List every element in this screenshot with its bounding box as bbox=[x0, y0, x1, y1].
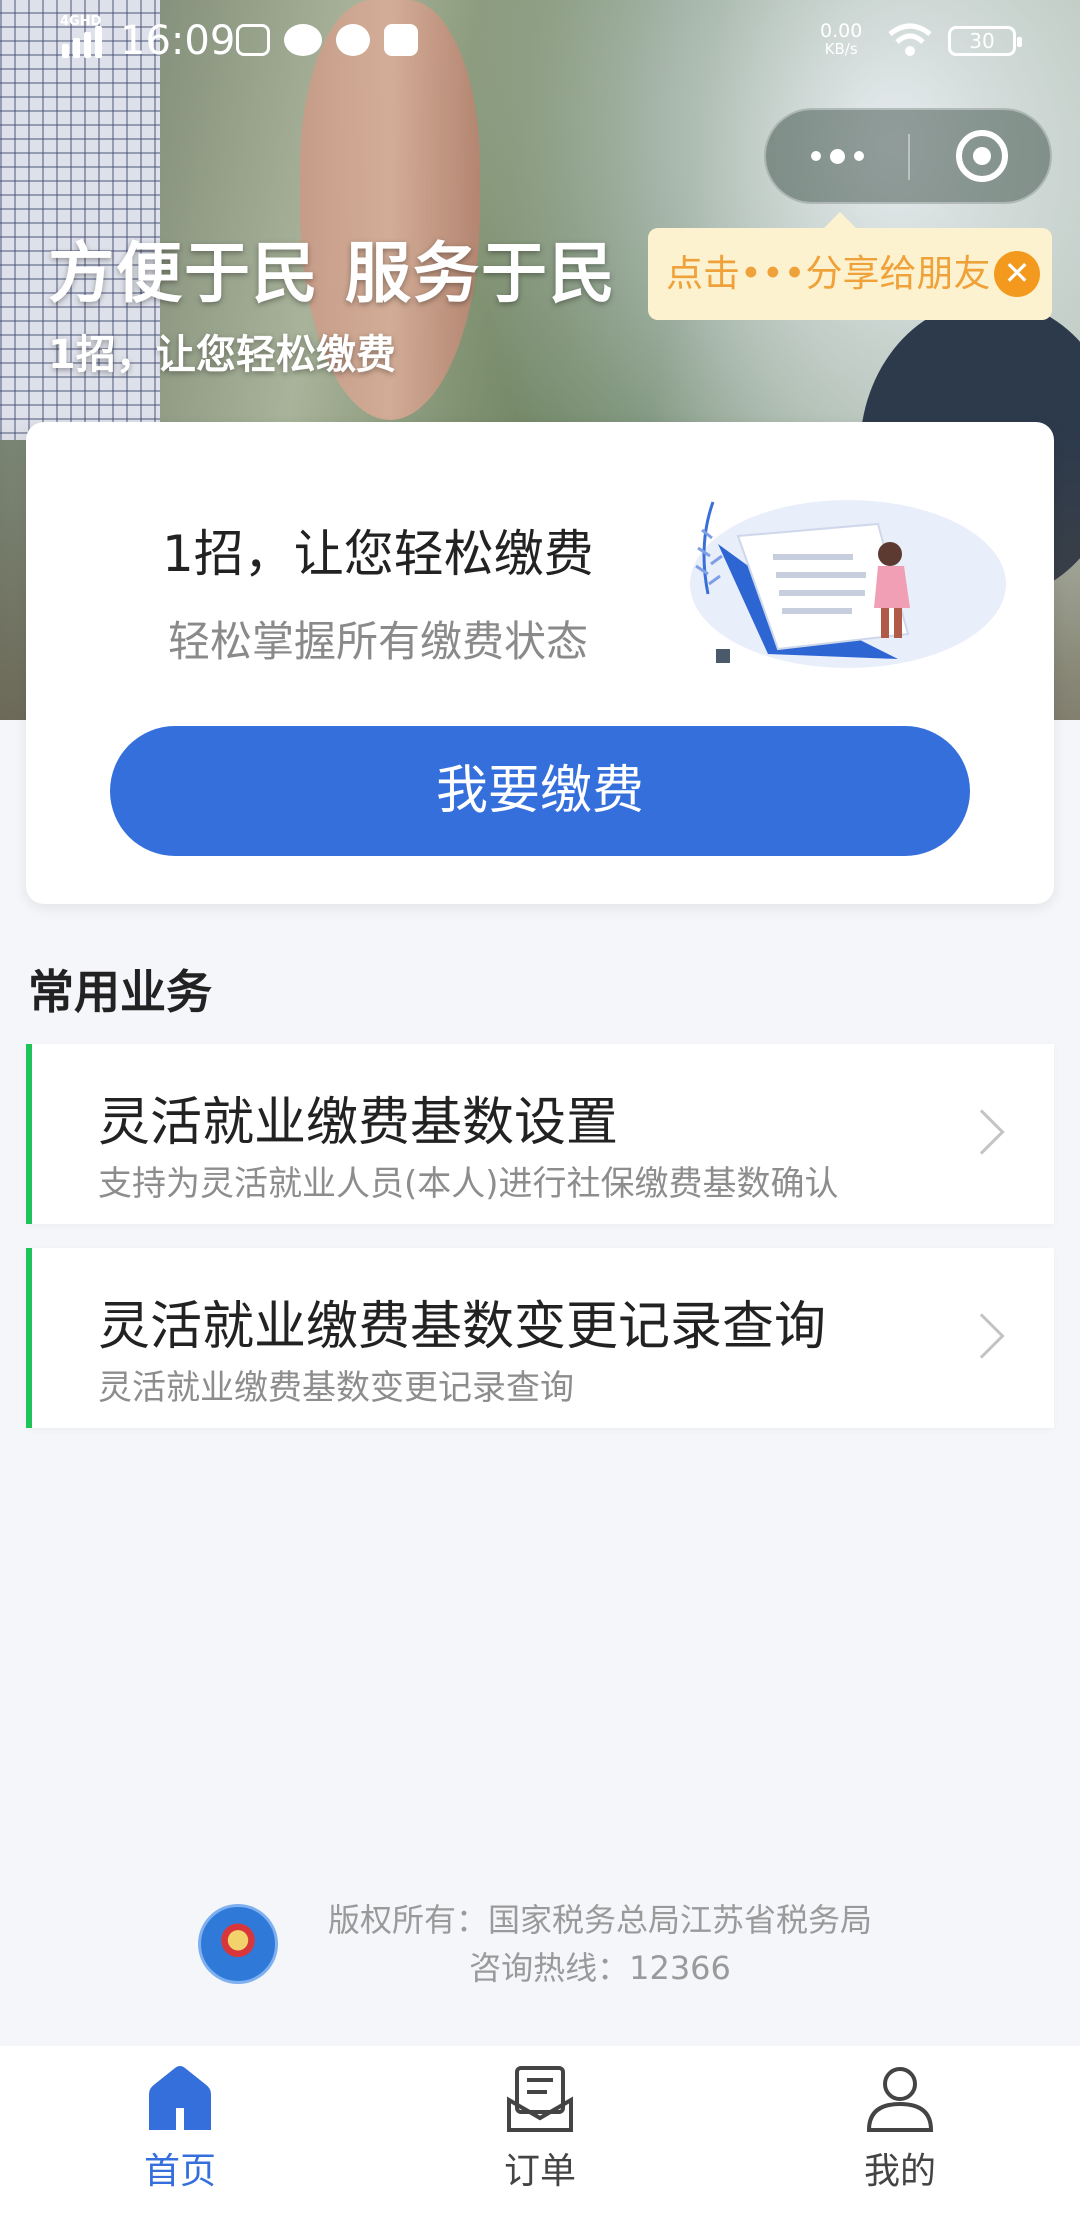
more-dots-icon[interactable] bbox=[766, 110, 908, 202]
service-desc: 灵活就业缴费基数变更记录查询 bbox=[98, 1368, 574, 1408]
pay-button[interactable]: 我要缴费 bbox=[110, 726, 970, 856]
tab-label: 我的 bbox=[863, 2151, 936, 2192]
hotline-text: 咨询热线：12366 bbox=[469, 1949, 731, 1987]
tab-orders[interactable]: 订单 bbox=[440, 2064, 640, 2194]
payment-illustration bbox=[690, 500, 1006, 668]
service-item-change-record[interactable]: 灵活就业缴费基数变更记录查询 灵活就业缴费基数变更记录查询 bbox=[26, 1248, 1054, 1428]
tab-label: 订单 bbox=[503, 2151, 576, 2192]
wifi-icon bbox=[888, 23, 932, 56]
chevron-right-icon bbox=[959, 1313, 1005, 1359]
hero-subtitle: 1招，让您轻松缴费 bbox=[48, 332, 396, 378]
copyright-text: 版权所有：国家税务总局江苏省税务局 bbox=[327, 1901, 872, 1939]
k-app-icon bbox=[384, 24, 418, 56]
target-close-icon[interactable] bbox=[956, 130, 1008, 182]
screenshot-icon bbox=[236, 24, 270, 56]
service-title: 灵活就业缴费基数变更记录查询 bbox=[98, 1297, 827, 1357]
card-title: 1招，让您轻松缴费 bbox=[162, 525, 594, 583]
tab-home[interactable]: 首页 bbox=[80, 2064, 280, 2194]
profile-icon bbox=[866, 2067, 934, 2132]
section-title: 常用业务 bbox=[28, 965, 212, 1019]
network-speed: 0.00 KB/s bbox=[820, 20, 863, 59]
hero-title: 方便于民 服务于民 bbox=[48, 235, 617, 312]
close-icon[interactable]: ✕ bbox=[994, 251, 1040, 297]
status-time: 16:09 bbox=[120, 18, 236, 64]
battery-icon: 30 bbox=[948, 26, 1022, 56]
tab-profile[interactable]: 我的 bbox=[800, 2064, 1000, 2194]
miniprogram-capsule bbox=[764, 108, 1052, 204]
payment-card: 1招，让您轻松缴费 轻松掌握所有缴费状态 我要缴费 bbox=[26, 422, 1054, 904]
battery-level: 30 bbox=[969, 29, 995, 53]
tab-label: 首页 bbox=[143, 2151, 216, 2192]
service-item-base-setting[interactable]: 灵活就业缴费基数设置 支持为灵活就业人员(本人)进行社保缴费基数确认 bbox=[26, 1044, 1054, 1224]
message-icon bbox=[336, 24, 370, 56]
order-icon bbox=[507, 2066, 573, 2132]
share-tooltip-text: 点击•••分享给朋友 bbox=[666, 252, 991, 295]
tax-bureau-emblem-icon bbox=[198, 1904, 278, 1984]
card-subtitle: 轻松掌握所有缴费状态 bbox=[168, 617, 589, 666]
share-tooltip: 点击•••分享给朋友 ✕ bbox=[648, 212, 1052, 320]
chevron-right-icon bbox=[959, 1109, 1005, 1155]
bottom-tab-bar: 首页 订单 我的 bbox=[0, 2046, 1080, 2214]
wechat-icon bbox=[284, 24, 322, 56]
signal-icon: 4GHD bbox=[60, 14, 112, 58]
footer-info: 版权所有：国家税务总局江苏省税务局 咨询热线：12366 bbox=[290, 1896, 910, 1992]
service-desc: 支持为灵活就业人员(本人)进行社保缴费基数确认 bbox=[98, 1164, 839, 1204]
status-bar: 4GHD 16:09 0.00 KB/s 30 bbox=[0, 0, 1080, 86]
service-title: 灵活就业缴费基数设置 bbox=[98, 1093, 619, 1153]
home-icon bbox=[149, 2066, 211, 2130]
